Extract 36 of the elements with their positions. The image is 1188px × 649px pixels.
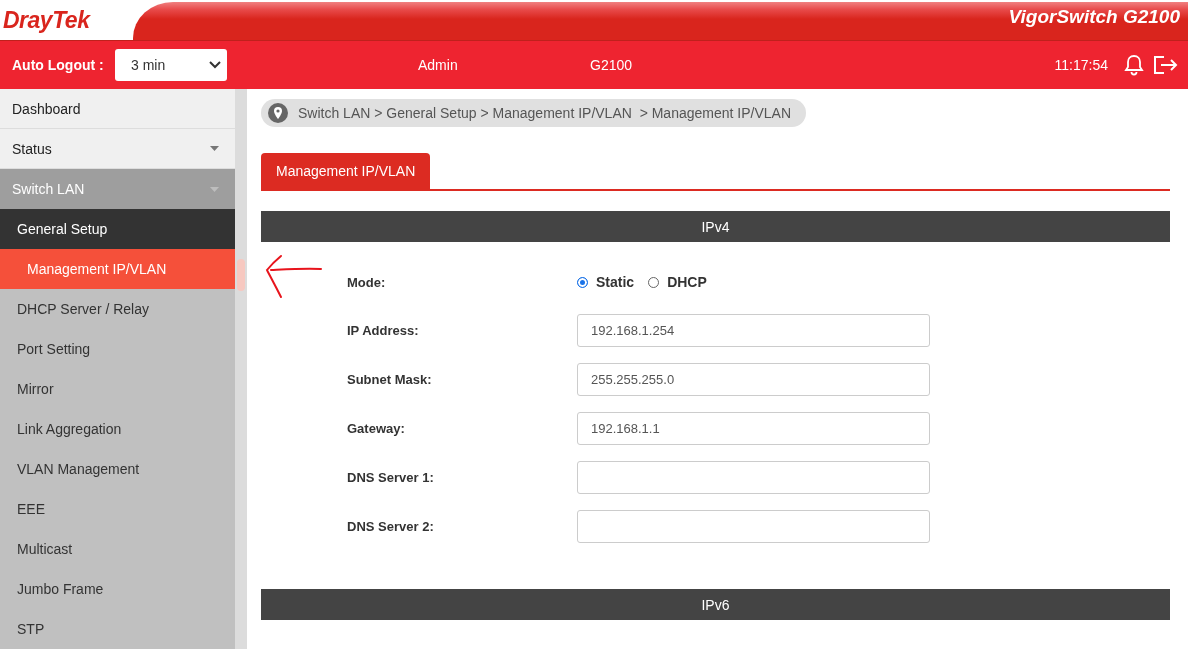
caret-icon [210, 186, 219, 192]
product-name: VigorSwitch G2100 [1008, 6, 1180, 28]
auto-logout-label: Auto Logout : [12, 57, 105, 73]
field-label: DNS Server 1: [347, 470, 435, 485]
input-field[interactable] [577, 461, 930, 494]
field-label: Mode: [347, 274, 387, 290]
hand-drawn-arrow-drawing [263, 253, 323, 301]
radio-label: DHCP [667, 274, 707, 290]
radio-button[interactable] [648, 276, 660, 288]
clock-time: 11:17:54 [1054, 57, 1108, 73]
input-field[interactable]: 255.255.255.0 [577, 363, 930, 396]
section-header: IPv4 [261, 211, 1170, 242]
caret-icon [210, 146, 219, 151]
tab[interactable]: Management IP/VLAN [261, 153, 431, 189]
input-field[interactable]: 192.168.1.254 [577, 314, 930, 347]
chevron-down-icon [209, 61, 221, 69]
location-pin-icon [268, 103, 288, 123]
sidebar-item[interactable]: Status [0, 129, 235, 169]
radio-label: Static [596, 274, 635, 290]
input-field[interactable]: 192.168.1.1 [577, 412, 930, 445]
field-label: IP Address: [347, 323, 420, 338]
model-name: G2100 [590, 57, 633, 73]
field-label: Gateway: [347, 421, 406, 436]
breadcrumb-path: Switch LAN > General Setup > Management IP/VLAN > Management IP/VLAN [298, 105, 791, 121]
sidebar-item[interactable]: General Setup [0, 209, 235, 249]
user-name: Admin [418, 57, 459, 73]
input-field[interactable] [577, 510, 930, 543]
section-header: IPv6 [261, 589, 1170, 620]
sidebar-item[interactable]: Dashboard [0, 89, 235, 129]
field-label: Subnet Mask: [347, 372, 433, 387]
field-label: DNS Server 2: [347, 519, 435, 534]
bell-icon[interactable] [1124, 54, 1144, 76]
logout-icon[interactable] [1152, 55, 1178, 75]
auto-logout-select[interactable]: 3 min [115, 49, 227, 81]
radio-button[interactable] [577, 276, 588, 288]
logo-text: DrayTek [3, 6, 90, 34]
